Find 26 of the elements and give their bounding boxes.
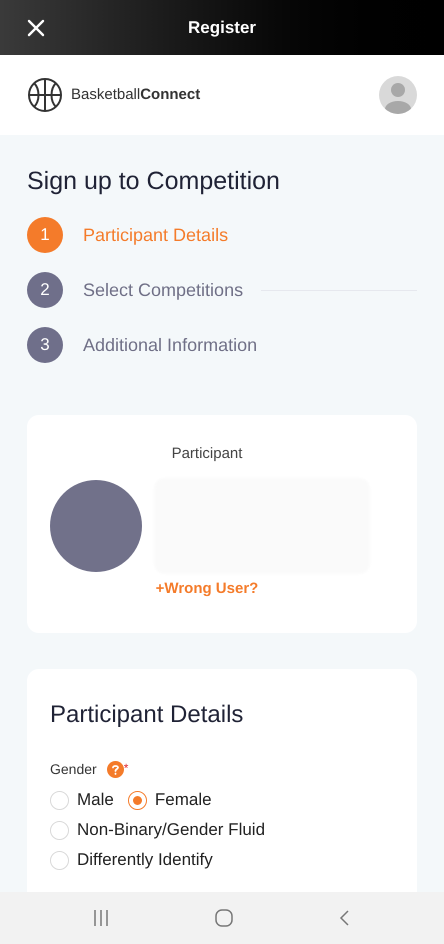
basketball-icon <box>27 77 63 113</box>
radio-label: Male <box>77 789 114 812</box>
close-button[interactable] <box>26 18 46 38</box>
wrong-user-link[interactable]: +Wrong User? <box>156 578 258 600</box>
step-label[interactable]: Participant Details <box>83 222 228 248</box>
step-number: 1 <box>27 217 63 253</box>
step-label[interactable]: Select Competitions <box>83 276 244 304</box>
page-title: Sign up to Competition <box>27 166 281 197</box>
page-header-title: Register <box>188 16 256 39</box>
required-mark: * <box>124 760 128 777</box>
close-icon <box>27 18 45 36</box>
recent-apps-icon[interactable] <box>92 909 110 927</box>
help-icon[interactable] <box>106 761 124 778</box>
brand-logo-text: BasketballConnect <box>71 84 200 105</box>
section-heading: Participant Details <box>50 700 244 730</box>
radio-label: Female <box>154 789 212 812</box>
radio-label: Differently Identify <box>77 849 213 872</box>
participant-heading: Participant <box>172 444 242 464</box>
home-icon[interactable] <box>214 908 234 928</box>
step-label[interactable]: Additional Information <box>83 332 258 358</box>
gender-label: Gender <box>50 760 97 779</box>
radio-label: Non-Binary/Gender Fluid <box>77 819 266 842</box>
user-avatar-button[interactable] <box>379 76 417 114</box>
radio-button[interactable] <box>128 790 147 810</box>
step-number: 2 <box>27 272 63 308</box>
step-number: 3 <box>27 327 63 363</box>
